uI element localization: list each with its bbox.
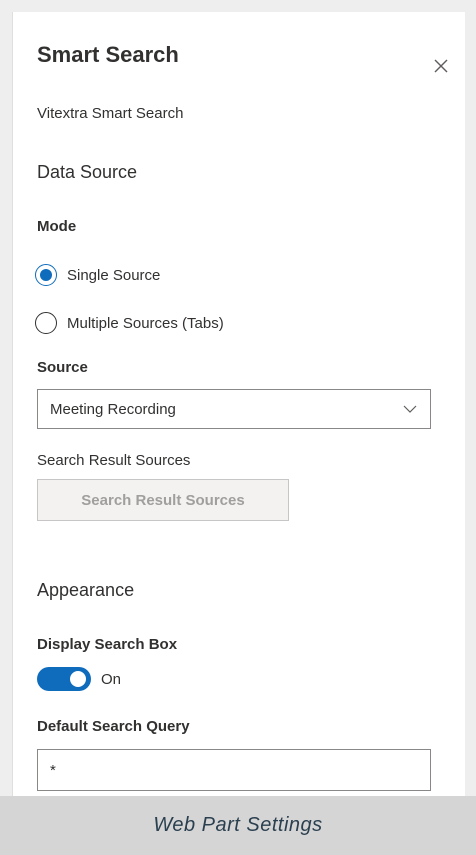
display-search-box-label: Display Search Box bbox=[37, 636, 178, 653]
toggle-state-text: On bbox=[101, 670, 122, 688]
close-icon[interactable] bbox=[431, 56, 451, 76]
display-search-box-toggle[interactable]: On bbox=[37, 667, 121, 691]
panel-title: Smart Search bbox=[37, 42, 179, 67]
radio-unchecked-icon bbox=[35, 312, 57, 334]
screenshot-frame: Smart Search Vitextra Smart Search Data … bbox=[0, 0, 476, 855]
mode-label: Mode bbox=[37, 218, 77, 235]
search-result-sources-label: Search Result Sources bbox=[37, 452, 191, 469]
panel-subtitle: Vitextra Smart Search bbox=[37, 105, 184, 122]
source-dropdown[interactable]: Meeting Recording bbox=[37, 389, 431, 429]
appearance-heading: Appearance bbox=[37, 580, 135, 600]
figure-caption: Web Part Settings bbox=[0, 796, 476, 855]
radio-multiple-sources[interactable]: Multiple Sources (Tabs) bbox=[35, 312, 224, 334]
radio-label: Multiple Sources (Tabs) bbox=[67, 314, 224, 332]
toggle-knob bbox=[70, 671, 86, 687]
toggle-switch[interactable] bbox=[37, 667, 91, 691]
radio-checked-icon bbox=[35, 264, 57, 286]
source-label: Source bbox=[37, 359, 88, 376]
radio-label: Single Source bbox=[67, 266, 161, 284]
search-result-sources-button[interactable]: Search Result Sources bbox=[37, 479, 289, 521]
radio-single-source[interactable]: Single Source bbox=[35, 264, 160, 286]
settings-panel: Smart Search Vitextra Smart Search Data … bbox=[12, 12, 465, 796]
chevron-down-icon bbox=[402, 401, 418, 417]
default-search-query-label: Default Search Query bbox=[37, 718, 190, 735]
default-search-query-input[interactable] bbox=[37, 749, 431, 791]
data-source-heading: Data Source bbox=[37, 162, 138, 182]
source-dropdown-value: Meeting Recording bbox=[50, 400, 176, 418]
